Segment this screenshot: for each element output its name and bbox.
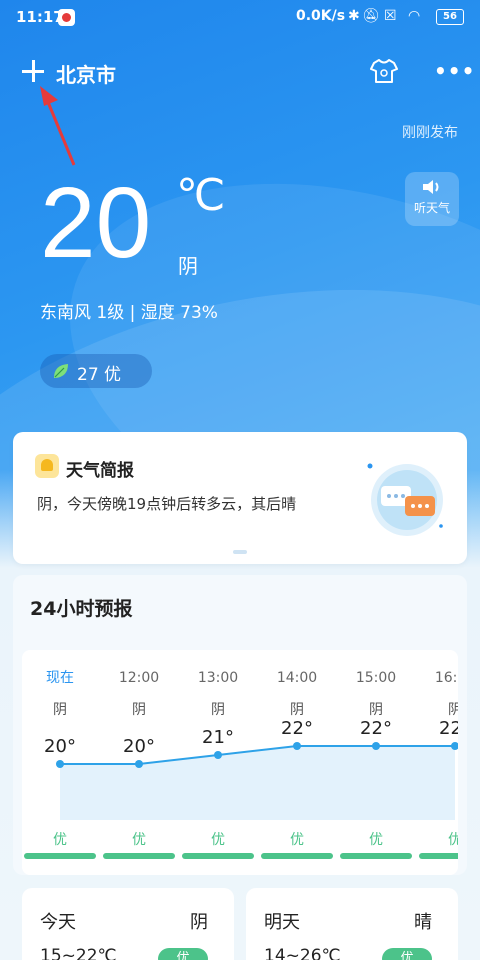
day-temperature-range: 14~26℃: [264, 946, 341, 960]
day-label: 今天: [40, 912, 76, 933]
hour-temperature-label: 22°: [439, 718, 458, 739]
hourly-forecast-scroller[interactable]: 现在阴 20° 优 12:00 阴 20° 优 13:00 阴 21° 优 14:00 阴 22° 优 15:…: [22, 650, 458, 875]
hour-condition-label: 阴: [290, 702, 304, 718]
hourly-temperature-chart: 现在阴20°优12:00阴20°优13:00阴21°优14:00阴22°优15:…: [24, 670, 458, 859]
hour-aqi-label: 优: [132, 832, 146, 848]
day-temperature-range: 15~22℃: [40, 946, 117, 960]
day-condition: 晴: [414, 912, 432, 933]
current-condition: 阴: [178, 254, 198, 278]
hour-temperature-point: [214, 751, 222, 759]
hour-aqi-bar: [261, 853, 333, 859]
page-indicator: [233, 550, 247, 554]
day-aqi-badge: 优: [382, 948, 432, 960]
hour-temperature-label: 22°: [360, 718, 392, 739]
hour-aqi-label: 优: [290, 832, 304, 848]
hour-temperature-point: [135, 760, 143, 768]
wifi-icon: ◠: [408, 8, 421, 24]
hour-time-label: 14:00: [277, 670, 317, 686]
wind-humidity: 东南风 1级 | 湿度 73%: [40, 303, 218, 323]
update-time: 刚刚发布: [402, 125, 458, 141]
weather-brief-card[interactable]: 天气简报 阴，今天傍晚19点钟后转多云，其后晴: [13, 432, 467, 564]
hour-time-label: 13:00: [198, 670, 238, 686]
hour-aqi-label: 优: [211, 832, 225, 848]
hour-aqi-bar: [340, 853, 412, 859]
listen-weather-label: 听天气: [413, 201, 450, 215]
bluetooth-icon: ✱: [348, 8, 360, 24]
day-aqi-badge: 优: [158, 948, 208, 960]
day-condition: 阴: [190, 912, 208, 933]
hour-condition-label: 阴: [448, 702, 458, 718]
hour-temperature-point: [56, 760, 64, 768]
hour-temperature-label: 20°: [123, 736, 155, 757]
hour-temperature-label: 20°: [44, 736, 76, 757]
tomorrow-card[interactable]: 明天 晴 14~26℃ 优: [246, 888, 458, 960]
clothing-index-icon[interactable]: [370, 58, 398, 84]
hour-aqi-bar: [419, 853, 458, 859]
brief-title: 天气简报: [66, 461, 134, 481]
hour-aqi-bar: [103, 853, 175, 859]
speaker-icon: [423, 180, 439, 194]
hour-aqi-label: 优: [53, 832, 67, 848]
hour-time-label: 16:00: [435, 670, 458, 686]
hour-time-label: 12:00: [119, 670, 159, 686]
temperature-unit: ℃: [176, 171, 226, 220]
hour-time-label: 现在: [46, 670, 74, 686]
battery-icon: 56: [436, 9, 464, 25]
sim-disabled-icon: ☒: [384, 8, 397, 24]
hour-time-label: 15:00: [356, 670, 396, 686]
air-quality-pill[interactable]: 27 优: [40, 354, 152, 388]
notification-app-icon: [58, 9, 75, 26]
hour-condition-label: 阴: [211, 702, 225, 718]
aqi-value: 27 优: [77, 365, 122, 385]
hour-aqi-bar: [182, 853, 254, 859]
hour-condition-label: 阴: [369, 702, 383, 718]
today-card[interactable]: 今天 阴 15~22℃ 优: [22, 888, 234, 960]
more-options-icon[interactable]: •••: [434, 61, 475, 81]
hour-temperature-label: 21°: [202, 727, 234, 748]
hour-condition-label: 阴: [53, 702, 67, 718]
mute-icon: 🔕︎: [362, 8, 380, 24]
hour-temperature-point: [372, 742, 380, 750]
hour-aqi-label: 优: [369, 832, 383, 848]
annotation-arrow-icon: [40, 86, 76, 166]
chat-bubbles-icon: [367, 463, 443, 536]
hour-aqi-label: 优: [448, 832, 458, 848]
day-label: 明天: [264, 912, 300, 933]
status-time: 11:17: [16, 8, 64, 26]
leaf-icon: [54, 364, 68, 378]
forecast-title: 24小时预报: [30, 598, 133, 620]
hour-temperature-point: [293, 742, 301, 750]
network-speed: 0.0K/s: [296, 8, 346, 24]
temperature-area: [60, 746, 455, 820]
add-city-icon[interactable]: [22, 60, 44, 82]
hour-condition-label: 阴: [132, 702, 146, 718]
status-bar: 11:17 0.0K/s ✱ 🔕︎ ☒ ◠ 56: [0, 0, 480, 34]
current-temperature: 20: [40, 167, 152, 279]
bell-icon: [35, 454, 59, 478]
listen-weather-button[interactable]: 听天气: [405, 172, 459, 226]
hour-temperature-label: 22°: [281, 718, 313, 739]
hour-aqi-bar: [24, 853, 96, 859]
brief-text: 阴，今天傍晚19点钟后转多云，其后晴: [37, 495, 297, 513]
